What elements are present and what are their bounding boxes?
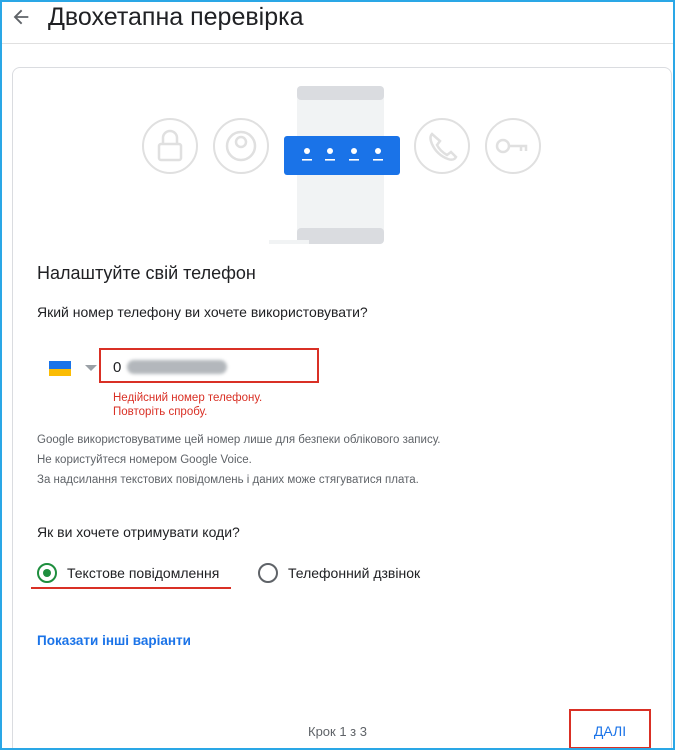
show-more-options-link[interactable]: Показати інші варіанти xyxy=(37,633,191,648)
phone-question: Який номер телефону ви хочете використов… xyxy=(37,304,368,320)
account-circle-icon xyxy=(213,118,269,174)
error-line-1: Недійсний номер телефону. xyxy=(113,392,263,404)
setup-heading: Налаштуйте свій телефон xyxy=(37,263,256,283)
radio-label-text-message: Текстове повідомлення xyxy=(67,565,220,581)
code-card xyxy=(284,136,400,175)
country-select[interactable] xyxy=(49,360,105,380)
setup-card: Налаштуйте свій телефон Який номер телеф… xyxy=(12,67,672,750)
lock-icon xyxy=(142,118,198,174)
info-note-3: За надсилання текстових повідомлень і да… xyxy=(37,474,419,486)
next-button[interactable]: ДАЛІ xyxy=(571,711,649,747)
key-icon xyxy=(485,118,541,174)
arrow-left-icon[interactable] xyxy=(10,6,32,28)
info-note-2: Не користуйтеся номером Google Voice. xyxy=(37,454,252,466)
radio-unchecked-icon xyxy=(258,563,278,583)
app-header: Двохетапна перевірка xyxy=(0,0,675,44)
info-note-1: Google використовуватиме цей номер лише … xyxy=(37,434,441,446)
page-title: Двохетапна перевірка xyxy=(48,3,304,31)
delivery-question: Як ви хочете отримувати коди? xyxy=(37,524,240,540)
redacted-number-blur xyxy=(127,360,227,374)
selection-underline xyxy=(31,587,231,589)
radio-checked-icon xyxy=(37,563,57,583)
chevron-down-icon xyxy=(85,365,97,371)
error-line-2: Повторіть спробу. xyxy=(113,406,208,418)
illustration xyxy=(142,86,541,244)
phone-input-container xyxy=(99,348,319,383)
phone-icon xyxy=(414,118,470,174)
radio-label-phone-call: Телефонний дзвінок xyxy=(288,565,421,581)
step-indicator: Крок 1 з 3 xyxy=(308,724,367,739)
ukraine-flag-icon xyxy=(49,361,71,376)
phone-error-message: Недійсний номер телефону. Повторіть спро… xyxy=(113,391,353,419)
next-button-highlight: ДАЛІ xyxy=(569,709,651,749)
